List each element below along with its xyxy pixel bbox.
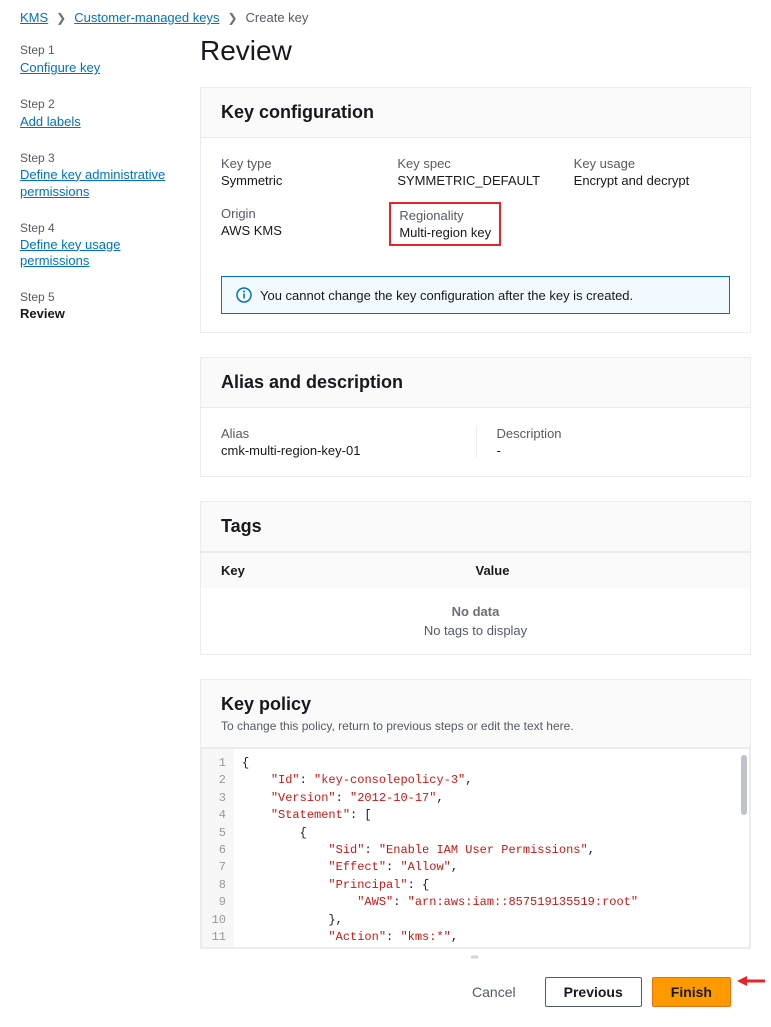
step-define-usage-permissions[interactable]: Define key usage permissions — [20, 237, 170, 271]
key-type-label: Key type — [221, 156, 377, 171]
step-define-admin-permissions[interactable]: Define key administrative permissions — [20, 167, 170, 201]
step-label: Step 5 — [20, 290, 170, 304]
panel-heading: Key policy — [221, 694, 730, 715]
policy-subtitle: To change this policy, return to previou… — [221, 719, 730, 733]
key-type-value: Symmetric — [221, 173, 377, 188]
cancel-button[interactable]: Cancel — [453, 977, 535, 1007]
step-add-labels[interactable]: Add labels — [20, 114, 81, 131]
no-data-subtitle: No tags to display — [217, 623, 734, 638]
origin-label: Origin — [221, 206, 377, 221]
finish-button[interactable]: Finish — [652, 977, 731, 1007]
panel-heading: Alias and description — [221, 372, 730, 393]
wizard-steps-sidebar: Step 1 Configure key Step 2 Add labels S… — [20, 35, 170, 1007]
policy-code-editor[interactable]: 1234567891011121314 { "Id": "key-console… — [201, 748, 750, 948]
resize-handle-icon[interactable]: ═ — [200, 952, 751, 963]
key-usage-label: Key usage — [574, 156, 730, 171]
code-gutter: 1234567891011121314 — [202, 749, 234, 947]
info-icon — [236, 287, 252, 303]
description-label: Description — [497, 426, 731, 441]
scrollbar-thumb[interactable] — [741, 755, 747, 815]
step-label: Step 2 — [20, 97, 170, 111]
tags-col-value: Value — [476, 563, 731, 578]
regionality-label: Regionality — [399, 208, 491, 223]
breadcrumb-kms[interactable]: KMS — [20, 10, 48, 25]
previous-button[interactable]: Previous — [545, 977, 642, 1007]
info-alert: You cannot change the key configuration … — [221, 276, 730, 314]
page-title: Review — [200, 35, 751, 67]
info-text: You cannot change the key configuration … — [260, 288, 633, 303]
wizard-footer: Cancel Previous Finish — [200, 963, 751, 1007]
key-configuration-panel: Key configuration Key type Symmetric Key… — [200, 87, 751, 333]
alias-label: Alias — [221, 426, 466, 441]
breadcrumb-customer-managed-keys[interactable]: Customer-managed keys — [74, 10, 219, 25]
tags-table-header: Key Value — [201, 552, 750, 588]
tags-col-key: Key — [221, 563, 476, 578]
regionality-highlight: Regionality Multi-region key — [389, 202, 501, 246]
panel-heading: Tags — [221, 516, 730, 537]
key-spec-label: Key spec — [397, 156, 553, 171]
step-label: Step 4 — [20, 221, 170, 235]
chevron-right-icon: ❯ — [227, 11, 237, 25]
arrow-annotation-icon — [737, 973, 765, 989]
regionality-value: Multi-region key — [399, 225, 491, 240]
key-policy-panel: Key policy To change this policy, return… — [200, 679, 751, 949]
panel-heading: Key configuration — [221, 102, 730, 123]
tags-empty-state: No data No tags to display — [201, 588, 750, 654]
step-label: Step 1 — [20, 43, 170, 57]
tags-panel: Tags Key Value No data No tags to displa… — [200, 501, 751, 655]
alias-description-panel: Alias and description Alias cmk-multi-re… — [200, 357, 751, 477]
step-review-current: Review — [20, 306, 170, 321]
code-content[interactable]: { "Id": "key-consolepolicy-3", "Version"… — [234, 749, 749, 947]
key-usage-value: Encrypt and decrypt — [574, 173, 730, 188]
origin-value: AWS KMS — [221, 223, 377, 238]
chevron-right-icon: ❯ — [56, 11, 66, 25]
no-data-title: No data — [217, 604, 734, 619]
breadcrumb-current: Create key — [246, 10, 309, 25]
description-value: - — [497, 443, 731, 458]
key-spec-value: SYMMETRIC_DEFAULT — [397, 173, 553, 188]
step-configure-key[interactable]: Configure key — [20, 60, 100, 77]
alias-value: cmk-multi-region-key-01 — [221, 443, 466, 458]
step-label: Step 3 — [20, 151, 170, 165]
breadcrumb: KMS ❯ Customer-managed keys ❯ Create key — [0, 0, 771, 35]
